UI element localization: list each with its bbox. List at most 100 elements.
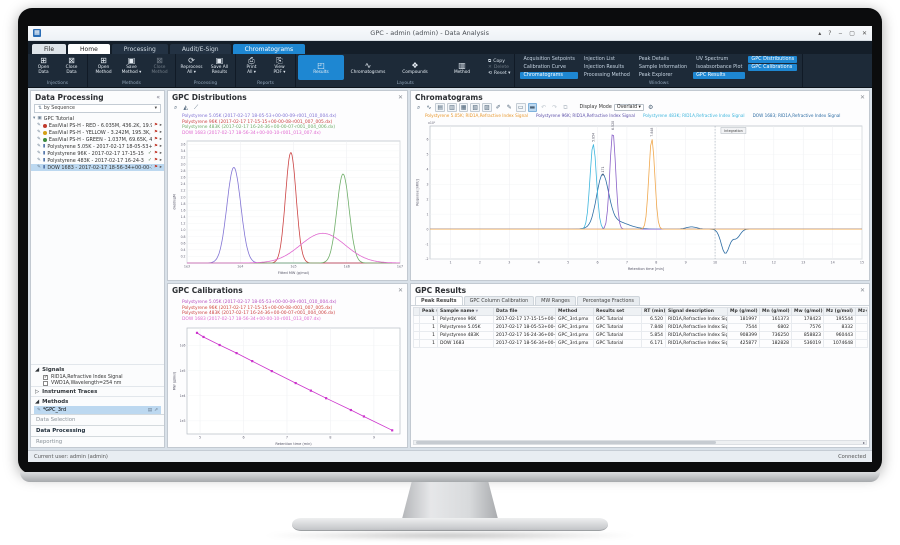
tree-item-polystyrene-483k[interactable]: ✎▮Polystyrene 483K - 2017-02-17 16-24-3✓… [31,157,164,164]
close-icon[interactable]: ✕ [860,287,865,294]
horizontal-scrollbar[interactable]: ▸ [413,440,867,445]
window-toggle-gpc-calibrations[interactable]: GPC Calibrations [748,64,797,71]
tab-processing[interactable]: Processing [112,44,168,54]
reset-button[interactable]: ⟲Reset ▾ [488,71,510,76]
window-control-[interactable]: ▢ [849,30,855,37]
column-header-method[interactable]: Method [556,308,594,316]
copy-button[interactable]: ⧉Copy [488,58,510,64]
print-all-button[interactable]: ⎙PrintAll ▾ [238,55,265,80]
window-control-[interactable]: ▴ [818,30,821,37]
window-toggle-calibration-curve[interactable]: Calibration Curve [520,64,577,71]
results-tab-percentage-fractions[interactable]: Percentage Fractions [577,296,640,305]
scroll-right-icon[interactable]: ▸ [863,440,866,445]
tab-audit-e-sign[interactable]: Audit/E-Sign [170,44,231,54]
methods-section-header[interactable]: ◢ Methods [31,396,164,406]
column-header-peak[interactable]: Peak # [420,308,438,316]
arrow-icon[interactable]: ▸ [160,158,162,163]
save-all-results-button[interactable]: ▣Save AllResults [206,55,233,80]
column-header-mz-g-mol[interactable]: Mz (g/mol) [824,308,856,316]
zoom-icon[interactable]: ⌕ [172,103,179,112]
edit-pen-icon[interactable]: ✎ [505,103,514,112]
window-toggle-chromatograms[interactable]: Chromatograms [520,72,577,79]
signals-section-header[interactable]: ◢ Signals [31,364,164,374]
tab-chromatograms[interactable]: Chromatograms [233,44,305,54]
window-toggle-acquisition-setpoints[interactable]: Acquisition Setpoints [520,56,577,63]
column-header-sample-name[interactable]: Sample name ▼ [438,308,494,316]
tree-item-gpc-tutorial[interactable]: ▾▣GPC Tutorial [31,115,164,122]
column-header-mw-g-mol[interactable]: Mw (g/mol) [792,308,824,316]
open-external-icon[interactable]: ⇗ [154,408,158,413]
distributions-chart[interactable]: 1e31e41e51e61e70.20.40.60.81.01.21.41.61… [172,137,403,275]
collapse-sidebar-icon[interactable]: « [156,94,160,101]
tree-item-easivial-ps-h[interactable]: ✎EasiVial PS-H - RED - 6.035M, 436.2K, 1… [31,122,164,129]
close-icon[interactable]: ✕ [398,287,403,294]
window-toggle-peak-explorer[interactable]: Peak Explorer [636,72,690,79]
results-tab-peak-results[interactable]: Peak Results [415,296,463,305]
calibrations-chart[interactable]: 567891e31e41e51e6Retention time (min)MW … [172,324,403,446]
nav-data-selection[interactable]: Data Selection [31,414,164,425]
arrow-icon[interactable]: ▸ [160,151,162,156]
window-toggle-uv-spectrum[interactable]: UV Spectrum [693,56,745,63]
table-row[interactable]: 1Polystyrene 483K2017-02-17 16-24-36+00-… [414,332,868,340]
tree-item-polystyrene-96k[interactable]: ✎▮Polystyrene 96K - 2017-02-17 17-15-15✓… [31,150,164,157]
arrow-icon[interactable]: ▸ [160,130,162,135]
nav-data-processing[interactable]: Data Processing [31,425,164,436]
tab-home[interactable]: Home [68,44,110,54]
window-toggle-isoabsorbance-plot[interactable]: Isoabsorbance Plot [693,64,745,71]
instrument-traces-section-header[interactable]: ▷ Instrument Traces [31,386,164,396]
open-method-button[interactable]: ⊞OpenMethod [90,55,117,80]
window-control-[interactable]: ? [828,30,831,37]
column-header-mp-g-mol[interactable]: Mp (g/mol) [728,308,760,316]
chromatograms-chart[interactable]: 123456789101112131415-2-10123456Retentio… [415,119,865,271]
scrollbar-thumb[interactable] [416,441,716,444]
expand-arrow-icon[interactable]: ▾ [33,116,35,121]
window-toggle-injection-results[interactable]: Injection Results [581,64,633,71]
column-header-mz-1-g[interactable]: Mz+1 (g/ [856,308,868,316]
save-method-button[interactable]: ▣SaveMethod ▾ [118,55,145,80]
arrow-icon[interactable]: ▸ [160,137,162,142]
chromatograms-button[interactable]: ∿Chromatograms [345,55,391,80]
close-data-button[interactable]: ⊠CloseData [58,55,85,80]
window-toggle-injection-list[interactable]: Injection List [581,56,633,63]
single-chart-icon[interactable]: ▨ [482,103,492,112]
manual-integration-icon[interactable]: ▬ [528,103,538,112]
column-header-results-set[interactable]: Results set [594,308,642,316]
grid-chart-icon[interactable]: ▦ [459,103,469,112]
arrow-icon[interactable]: ▸ [160,123,162,128]
table-row[interactable]: 1Polystyrene 5.05K2017-02-17 18-05-53+00… [414,324,868,332]
funnel-icon[interactable]: ▼ [474,309,478,313]
signal-curve-icon[interactable]: ∿ [424,103,433,112]
window-toggle-processing-method[interactable]: Processing Method [581,72,633,79]
close-icon[interactable]: ✕ [398,94,403,101]
results-tab-gpc-column-calibration[interactable]: GPC Column Calibration [464,296,535,305]
view-pdf-button[interactable]: ⎘ViewPDF ▾ [266,55,293,80]
annotate-pen-icon[interactable]: ✐ [494,103,503,112]
stack-chart-icon[interactable]: ▥ [447,103,457,112]
tree-item-dow-1683[interactable]: ✎▮DOW 1683 - 2017-02-17 18-56-34+00-00-1… [31,164,164,171]
table-row[interactable]: 1Polystyrene 96K2017-02-17 17-15-15+00-0… [414,316,868,324]
window-toggle-peak-details[interactable]: Peak Details [636,56,690,63]
tab-file[interactable]: File [32,44,66,54]
window-control-[interactable]: ✕ [862,30,867,37]
table-icon[interactable]: ▤ [148,408,152,413]
unchecked-checkbox-icon[interactable] [43,381,48,386]
window-control-[interactable]: ‒ [838,30,842,37]
column-header-signal-description[interactable]: Signal description [666,308,728,316]
window-toggle-gpc-results[interactable]: GPC Results [693,72,745,79]
baseline-tool-icon[interactable]: ▭ [516,103,526,112]
zoom-icon[interactable]: ⌕ [415,103,422,112]
table-row[interactable]: 1DOW 16832017-02-17 18-56-34+00-00-GPC_3… [414,340,868,348]
open-data-button[interactable]: ⊞OpenData [30,55,57,80]
arrow-icon[interactable]: ▸ [160,165,162,170]
column-header-rt-min[interactable]: RT (min) [642,308,666,316]
mirror-chart-icon[interactable]: ▧ [470,103,480,112]
display-mode-select[interactable]: Overlaid ▾ [614,104,644,111]
compounds-button[interactable]: ❖Compounds [392,55,438,80]
method-button[interactable]: ▥Method [439,55,485,80]
gear-icon[interactable]: ⚙ [646,103,655,112]
column-header-data-file[interactable]: Data file [494,308,556,316]
arrow-icon[interactable]: ▸ [160,144,162,149]
tree-item-easivial-ps-h[interactable]: ✎EasiVial PS-H - GREEN - 1.037M, 69.65K,… [31,136,164,143]
sequence-filter-dropdown[interactable]: ⇅ by Sequence ▾ [34,104,161,113]
window-toggle-gpc-distributions[interactable]: GPC Distributions [748,56,797,63]
